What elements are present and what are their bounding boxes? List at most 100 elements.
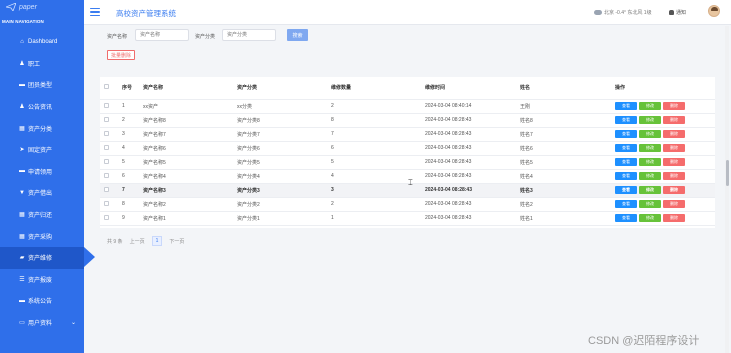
view-button[interactable]: 查看: [615, 214, 637, 222]
card-icon: ▬: [19, 168, 25, 175]
select-all-checkbox[interactable]: [104, 84, 109, 90]
prev-page-button[interactable]: 上一页: [130, 238, 145, 245]
sidebar-item[interactable]: ▭ 用户资料 ⌄: [0, 312, 84, 334]
search-button[interactable]: 搜索: [287, 29, 308, 41]
cell-index: 2: [118, 113, 139, 128]
sidebar-item[interactable]: ▼ 资产借出: [0, 182, 84, 204]
edit-button[interactable]: 修改: [639, 144, 661, 152]
table-row[interactable]: 4 资产名称6 资产分类6 6 2024-03-04 08:28:43 姓名6 查看 修改 删除: [100, 141, 715, 156]
send-icon: ➤: [19, 147, 25, 154]
total-count: 共 9 条: [107, 238, 123, 245]
cell-index: 4: [118, 141, 139, 156]
delete-button[interactable]: 删除: [663, 144, 685, 152]
view-button[interactable]: 查看: [615, 200, 637, 208]
sidebar-item[interactable]: ▦ 资产采购: [0, 225, 84, 247]
user-icon: ♟: [19, 60, 25, 67]
delete-button[interactable]: 删除: [663, 200, 685, 208]
row-checkbox[interactable]: [104, 130, 109, 136]
row-checkbox[interactable]: [104, 172, 109, 178]
row-checkbox[interactable]: [104, 116, 109, 122]
current-page[interactable]: 1: [151, 236, 163, 246]
row-checkbox[interactable]: [104, 102, 109, 108]
sidebar-item[interactable]: ⌂ Dashboard: [0, 31, 84, 53]
filter-icon: ▼: [19, 189, 25, 196]
table-row[interactable]: 8 资产名称2 资产分类2 2 2024-03-04 08:28:43 姓名2 查看 修改 删除: [100, 197, 715, 212]
table-row[interactable]: 3 资产名称7 资产分类7 7 2024-03-04 08:28:43 姓名7 查看 修改 删除: [100, 127, 715, 142]
cell-asset-category: xx分类: [233, 99, 327, 114]
table-row[interactable]: 5 资产名称5 资产分类5 5 2024-03-04 08:28:43 姓名5 查看 修改 删除: [100, 155, 715, 170]
asset-name-input[interactable]: [135, 29, 189, 41]
view-button[interactable]: 查看: [615, 172, 637, 180]
cell-name: 姓名1: [516, 211, 611, 226]
sidebar-item-label: 资产分类: [28, 126, 53, 133]
delete-button[interactable]: 删除: [663, 186, 685, 194]
sidebar-item[interactable]: ▰ 资产维修: [0, 246, 95, 269]
edit-button[interactable]: 修改: [639, 214, 661, 222]
edit-button[interactable]: 修改: [639, 200, 661, 208]
system-title: 高校资产管理系统: [116, 9, 176, 18]
col-header-actions: 操作: [611, 77, 715, 100]
asset-category-input[interactable]: [222, 29, 276, 41]
cell-repair-time: 2024-03-04 08:28:43: [421, 141, 516, 156]
cell-asset-name: 资产名称6: [139, 141, 233, 156]
cell-name: 姓名5: [516, 155, 611, 170]
delete-button[interactable]: 删除: [663, 214, 685, 222]
delete-button[interactable]: 删除: [663, 116, 685, 124]
row-checkbox[interactable]: [104, 186, 109, 192]
weather-text: 北京 -0.4° 东北风 1级: [604, 10, 652, 16]
delete-button[interactable]: 删除: [663, 172, 685, 180]
scrollbar-thumb[interactable]: [726, 160, 729, 186]
row-checkbox[interactable]: [104, 214, 109, 220]
row-checkbox[interactable]: [104, 200, 109, 206]
grid-icon: ▦: [19, 233, 25, 240]
sidebar-item[interactable]: ☰ 资产报废: [0, 269, 84, 291]
sidebar-item[interactable]: ▬ 系统公告: [0, 290, 84, 312]
table-row[interactable]: 9 资产名称1 资产分类1 1 2024-03-04 08:28:43 姓名1 查看 修改 删除: [100, 211, 715, 226]
view-button[interactable]: 查看: [615, 144, 637, 152]
delete-button[interactable]: 删除: [663, 130, 685, 138]
table-row[interactable]: 2 资产名称8 资产分类8 8 2024-03-04 08:28:43 姓名8 查看 修改 删除: [100, 113, 715, 128]
cell-repair-time: 2024-03-04 08:28:43: [421, 113, 516, 128]
edit-button[interactable]: 修改: [639, 130, 661, 138]
table-panel: 序号 资产名称 资产分类 维修数量 维修时间 姓名 操作 1 xx资产 xx分类 2 2…: [100, 77, 715, 228]
hamburger-menu-icon[interactable]: [90, 8, 100, 16]
edit-button[interactable]: 修改: [639, 172, 661, 180]
table-row[interactable]: 1 xx资产 xx分类 2 2024-03-04 08:40:14 王刚 查看 修改 删除: [100, 99, 715, 114]
view-button[interactable]: 查看: [615, 102, 637, 110]
scrollbar-track[interactable]: [725, 26, 729, 353]
sidebar-item[interactable]: ♟ 职工: [0, 53, 84, 75]
view-button[interactable]: 查看: [615, 116, 637, 124]
notice-label: 通知: [676, 10, 687, 16]
edit-button[interactable]: 修改: [639, 158, 661, 166]
row-checkbox[interactable]: [104, 144, 109, 150]
edit-button[interactable]: 修改: [639, 102, 661, 110]
avatar[interactable]: [708, 5, 720, 17]
cell-repair-time: 2024-03-04 08:28:43: [421, 211, 516, 226]
sidebar-item-label: 用户资料: [28, 321, 53, 328]
card-icon: ▬: [19, 297, 25, 304]
edit-button[interactable]: 修改: [639, 186, 661, 194]
batch-delete-button[interactable]: 批量删除: [107, 50, 136, 60]
cell-repair-quantity: 7: [327, 127, 421, 142]
cell-repair-quantity: 3: [327, 183, 421, 198]
view-button[interactable]: 查看: [615, 186, 637, 194]
edit-button[interactable]: 修改: [639, 116, 661, 124]
next-page-button[interactable]: 下一页: [169, 238, 184, 245]
view-button[interactable]: 查看: [615, 158, 637, 166]
sidebar-item[interactable]: ▬ 团员类型: [0, 74, 84, 96]
cell-repair-time: 2024-03-04 08:40:14: [421, 99, 516, 114]
notice-link[interactable]: 通知: [669, 9, 686, 16]
view-button[interactable]: 查看: [615, 130, 637, 138]
delete-button[interactable]: 删除: [663, 102, 685, 110]
sidebar-item[interactable]: ➤ 固定资产: [0, 139, 84, 161]
sidebar-item[interactable]: ▦ 资产归还: [0, 204, 84, 226]
sidebar-item[interactable]: ▦ 资产分类: [0, 117, 84, 139]
sidebar-item[interactable]: ▬ 申请领用: [0, 161, 84, 183]
cell-index: 1: [118, 99, 139, 114]
delete-button[interactable]: 删除: [663, 158, 685, 166]
sidebar-item-label: Dashboard: [28, 38, 58, 45]
cell-repair-time: 2024-03-04 08:28:43: [421, 127, 516, 142]
mouse-cursor-icon: ⌶: [408, 178, 413, 187]
sidebar-item[interactable]: ♟ 公告资讯: [0, 96, 84, 118]
row-checkbox[interactable]: [104, 158, 109, 164]
